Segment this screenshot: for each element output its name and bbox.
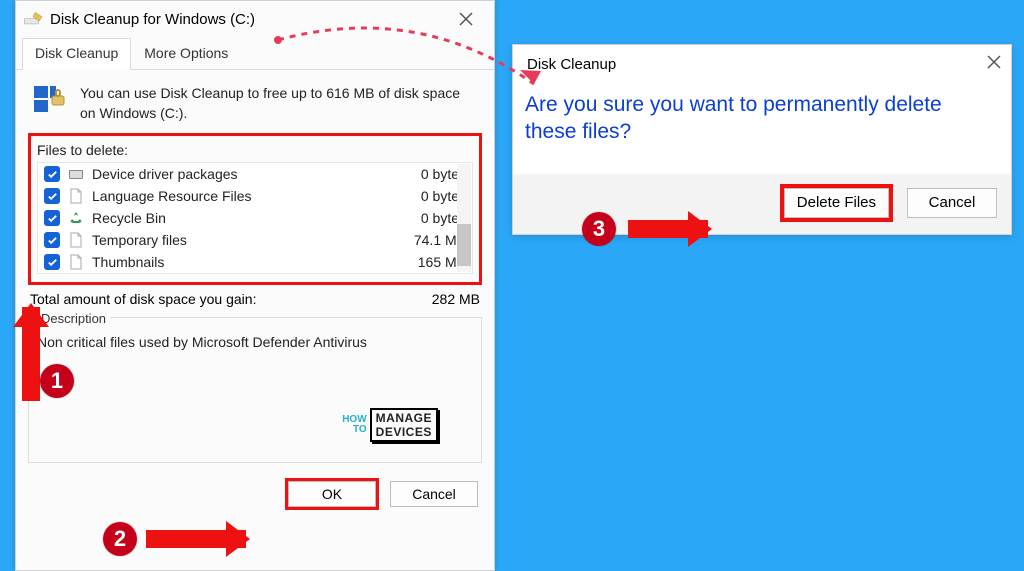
disk-cleanup-window: Disk Cleanup for Windows (C:) Disk Clean… [15,0,495,571]
files-to-delete-group: Files to delete: Device driver packages0… [28,133,482,285]
file-row[interactable]: Device driver packages0 bytes [38,163,472,185]
annotation-badge-3: 3 [582,212,616,246]
file-name: Device driver packages [92,166,394,182]
annotation-arrow-3 [628,220,708,238]
confirm-title: Disk Cleanup [527,56,616,73]
disk-cleanup-icon [24,12,42,26]
file-name: Thumbnails [92,254,394,270]
total-label: Total amount of disk space you gain: [30,291,432,307]
file-name: Recycle Bin [92,210,394,226]
checkbox-icon[interactable] [44,188,60,204]
delete-files-button[interactable]: Delete Files [784,188,889,218]
file-size: 165 MB [394,254,466,270]
scrollbar[interactable] [457,164,471,272]
cleanup-large-icon [34,84,68,118]
cancel-button[interactable]: Cancel [390,481,478,507]
file-size: 0 bytes [394,210,466,226]
page-icon [68,232,84,248]
close-icon[interactable] [446,4,486,34]
titlebar: Disk Cleanup for Windows (C:) [16,1,494,37]
file-size: 0 bytes [394,188,466,204]
checkbox-icon[interactable] [44,232,60,248]
description-text: Non critical files used by Microsoft Def… [37,334,367,350]
file-name: Temporary files [92,232,394,248]
annotation-badge-1: 1 [40,364,74,398]
checkbox-icon[interactable] [44,166,60,182]
file-row[interactable]: Language Resource Files0 bytes [38,185,472,207]
annotation-arrow-1 [22,307,40,401]
checkbox-icon[interactable] [44,210,60,226]
file-list[interactable]: Device driver packages0 bytesLanguage Re… [37,162,473,274]
total-value: 282 MB [432,291,480,307]
file-row[interactable]: Thumbnails165 MB [38,251,472,273]
watermark: HOWTO MANAGEDEVICES [342,408,438,442]
page-icon [68,188,84,204]
intro-text: You can use Disk Cleanup to free up to 6… [80,84,476,123]
checkbox-icon[interactable] [44,254,60,270]
window-title: Disk Cleanup for Windows (C:) [50,11,255,28]
confirm-message: Are you sure you want to permanently del… [513,83,1011,174]
page-icon [68,254,84,270]
close-icon[interactable] [987,55,1001,73]
file-row[interactable]: Temporary files74.1 MB [38,229,472,251]
file-size: 74.1 MB [394,232,466,248]
confirm-cancel-button[interactable]: Cancel [907,188,997,218]
annotation-badge-2: 2 [103,522,137,556]
confirm-dialog: Disk Cleanup Are you sure you want to pe… [512,44,1012,235]
description-group: Description Non critical files used by M… [28,317,482,463]
file-size: 0 bytes [394,166,466,182]
tab-bar: Disk Cleanup More Options [16,37,494,70]
tab-disk-cleanup[interactable]: Disk Cleanup [22,38,131,70]
scrollbar-thumb[interactable] [457,224,471,266]
annotation-arrow-2 [146,530,246,548]
file-name: Language Resource Files [92,188,394,204]
tab-more-options[interactable]: More Options [131,38,241,70]
files-to-delete-label: Files to delete: [37,142,473,158]
file-row[interactable]: Recycle Bin0 bytes [38,207,472,229]
device-icon [68,166,84,182]
recycle-icon [68,210,84,226]
ok-button[interactable]: OK [288,481,376,507]
